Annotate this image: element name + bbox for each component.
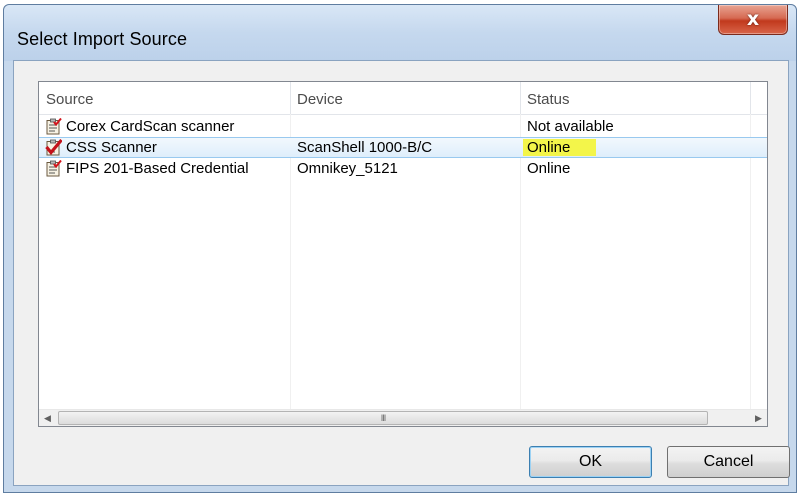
row-source: FIPS 201-Based Credential [66, 160, 249, 177]
dialog-window: Select Import Source x Source Device Sta… [3, 4, 797, 493]
close-button[interactable]: x [718, 5, 788, 35]
row-status: Not available [527, 118, 614, 135]
clipboard-check-icon [46, 160, 62, 177]
column-header-status[interactable]: Status [520, 82, 750, 114]
import-source-list[interactable]: Source Device Status Corex CardScan scan… [38, 81, 768, 427]
column-header-source[interactable]: Source [39, 82, 290, 114]
horizontal-scrollbar[interactable]: ◀ III ▶ [39, 409, 767, 426]
dialog-title: Select Import Source [17, 29, 188, 49]
scrollbar-thumb[interactable]: III [58, 411, 708, 425]
row-device: Omnikey_5121 [297, 160, 398, 177]
column-header-device[interactable]: Device [290, 82, 520, 114]
title-bar[interactable]: Select Import Source [4, 5, 796, 61]
scroll-left-arrow-icon[interactable]: ◀ [39, 410, 56, 426]
row-status: Online [527, 160, 571, 177]
row-source: Corex CardScan scanner [66, 118, 235, 135]
ok-button[interactable]: OK [529, 446, 652, 478]
scroll-right-arrow-icon[interactable]: ▶ [750, 410, 767, 426]
list-item[interactable]: FIPS 201-Based Credential Omnikey_5121 O… [39, 158, 767, 179]
row-device: ScanShell 1000-B/C [297, 139, 433, 156]
list-item[interactable]: Corex CardScan scanner Not available [39, 116, 767, 137]
column-header-row: Source Device Status [39, 82, 767, 115]
row-source: CSS Scanner [66, 139, 157, 156]
list-item-selected[interactable]: CSS Scanner ScanShell 1000-B/C Online [39, 137, 767, 158]
column-divider[interactable] [750, 82, 751, 114]
scrollbar-grip-icon: III [380, 412, 386, 423]
status-highlight: Online [523, 139, 597, 156]
red-checkmark-clipboard-icon [45, 139, 62, 156]
close-icon: x [746, 8, 760, 30]
dialog-client-area: Source Device Status Corex CardScan scan… [13, 60, 790, 486]
row-status-highlighted: Online [523, 138, 597, 159]
clipboard-check-icon [46, 118, 62, 135]
cancel-button[interactable]: Cancel [667, 446, 790, 478]
